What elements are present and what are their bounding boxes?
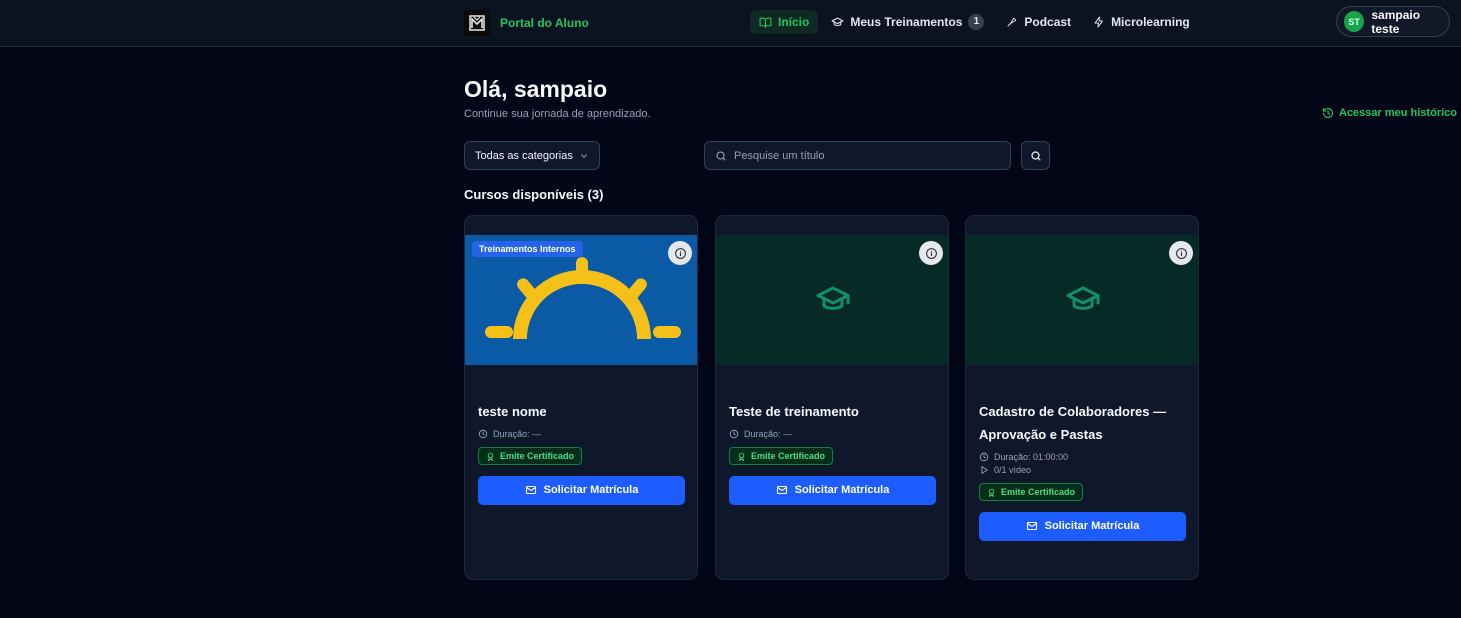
course-card-body: Teste de treinamento Duração: — Emite Ce… [729,400,937,505]
request-enrollment-button[interactable]: Solicitar Matrícula [478,475,685,505]
award-icon [988,488,995,497]
course-videos: 0/1 vídeo [979,465,1187,475]
page-title: Olá, sampaio [464,76,608,102]
history-link-label: Acessar meu histórico [1339,107,1457,119]
graduation-cap-icon [1066,286,1100,310]
clock-icon [729,429,739,439]
brand-name: Portal do Aluno [500,16,589,30]
category-badge: Treinamentos Internos [472,241,583,257]
info-icon [925,247,937,259]
search-icon [1030,150,1041,161]
info-button[interactable] [919,241,943,265]
graduation-cap-icon [816,286,850,310]
section-title: Cursos disponíveis (3) [464,187,604,202]
nav-item-microlearning[interactable]: Microlearning [1084,10,1199,34]
category-select-value: Todas as categorias [475,149,573,162]
course-duration: Duração: 01:00:00 [979,452,1187,462]
certificate-badge: Emite Certificado [979,483,1084,501]
nav-item-label: Microlearning [1111,15,1190,29]
award-icon [738,452,745,461]
request-enrollment-button[interactable]: Solicitar Matrícula [729,475,936,505]
course-card[interactable]: Cadastro de Colaboradores — Aprovação e … [965,215,1199,580]
certificate-badge: Emite Certificado [478,447,583,465]
avatar: ST [1344,11,1365,32]
course-card[interactable]: Treinamentos Internos teste nome Duração… [464,215,698,580]
history-link[interactable]: Acessar meu histórico [1322,107,1457,119]
certificate-badge: Emite Certificado [729,447,834,465]
nav-item-label: Início [778,15,810,29]
info-button[interactable] [668,241,692,265]
microphone-icon [1007,18,1017,27]
category-select[interactable]: Todas as categorias [464,141,600,170]
lightning-icon [1094,16,1104,28]
course-duration-text: Duração: — [493,429,542,439]
search-box[interactable] [704,141,1011,170]
course-title: Teste de treinamento [729,404,859,419]
top-navbar: Portal do Aluno Início Meus Treinamentos… [0,0,1461,47]
nav-item-label: Meus Treinamentos [850,15,963,29]
brand[interactable]: Portal do Aluno [464,10,589,36]
course-duration-text: Duração: — [744,429,793,439]
play-icon [981,466,988,474]
course-thumbnail: Treinamentos Internos [465,235,697,365]
course-title: Cadastro de Colaboradores — Aprovação e … [979,404,1167,442]
certificate-text: Emite Certificado [500,451,575,461]
main-nav: Início Meus Treinamentos 1 Podcast Micro… [750,10,1199,34]
course-thumbnail [966,235,1198,365]
course-title: teste nome [478,404,547,419]
info-icon [1175,247,1187,259]
request-enrollment-label: Solicitar Matrícula [794,484,890,496]
course-card-body: Cadastro de Colaboradores — Aprovação e … [979,400,1187,541]
nav-item-inicio[interactable]: Início [750,10,819,34]
mail-icon [776,485,787,495]
award-icon [487,452,494,461]
course-thumbnail [716,235,948,365]
nav-item-meus-treinamentos[interactable]: Meus Treinamentos 1 [822,10,993,34]
nav-item-podcast[interactable]: Podcast [997,10,1080,34]
request-enrollment-label: Solicitar Matrícula [1044,520,1140,532]
search-icon [716,150,726,161]
brand-logo-icon [464,10,490,36]
chevron-down-icon [580,153,588,158]
mail-icon [525,485,536,495]
mail-icon [1026,521,1037,531]
course-card-body: teste nome Duração: — Emite Certificado … [478,400,686,505]
clock-icon [979,452,989,462]
search-button[interactable] [1021,141,1050,170]
course-duration: Duração: — [478,429,686,439]
request-enrollment-label: Solicitar Matrícula [543,484,639,496]
info-icon [674,247,686,259]
info-button[interactable] [1169,241,1193,265]
course-videos-text: 0/1 vídeo [994,465,1032,475]
certificate-text: Emite Certificado [751,451,826,461]
certificate-text: Emite Certificado [1001,487,1076,497]
course-duration: Duração: — [729,429,937,439]
user-menu-button[interactable]: ST sampaio teste [1336,6,1450,37]
search-input[interactable] [734,149,994,162]
book-open-icon [759,17,772,28]
clock-icon [478,429,488,439]
nav-item-label: Podcast [1024,15,1072,29]
page-subtitle: Continue sua jornada de aprendizado. [464,108,651,120]
history-icon [1322,107,1334,119]
request-enrollment-button[interactable]: Solicitar Matrícula [979,511,1186,541]
user-name: sampaio teste [1371,7,1421,36]
course-duration-text: Duração: 01:00:00 [994,452,1069,462]
graduation-cap-icon [831,17,844,26]
notification-badge: 1 [968,14,985,30]
course-card[interactable]: Teste de treinamento Duração: — Emite Ce… [715,215,949,580]
